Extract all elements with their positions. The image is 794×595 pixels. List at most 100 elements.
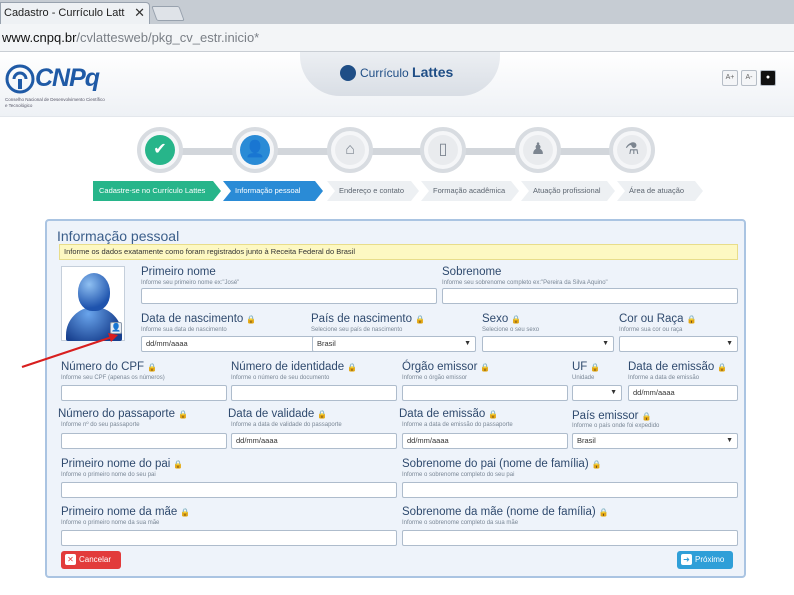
font-decrease-button[interactable]: A- [741, 70, 757, 86]
lock-icon: 🔒 [317, 410, 328, 419]
race-label-text: Cor ou Raça [619, 313, 684, 325]
lock-icon: 🔒 [180, 508, 191, 517]
breadcrumb: Cadastre-se no Currículo Lattes Informaçã… [93, 181, 703, 201]
profile-photo[interactable]: 👤 [61, 266, 125, 341]
browser-tab[interactable]: Cadastro - Currículo Latt ✕ [0, 2, 150, 24]
race-select[interactable]: ▼ [619, 336, 738, 352]
lock-icon: 🔒 [488, 410, 499, 419]
issuing-country-value: Brasil [577, 436, 596, 445]
chevron-down-icon: ▼ [610, 389, 617, 396]
book-icon: ▯ [438, 141, 448, 158]
lock-icon: 🔒 [641, 412, 652, 421]
url-domain: www.cnpq.br [2, 30, 77, 45]
birth-date-label: Data de nascimento 🔒 [141, 313, 256, 325]
cpf-hint: Informe seu CPF (apenas os números) [61, 375, 165, 381]
passport-hint: Informe nº do seu passaporte [61, 422, 140, 428]
father-first-field[interactable] [61, 482, 397, 498]
new-tab-button[interactable] [151, 6, 185, 21]
lock-icon: 🔒 [598, 508, 609, 517]
breadcrumb-label: Atuação profissional [533, 186, 601, 195]
mother-last-field[interactable] [402, 530, 738, 546]
lock-icon: 🔒 [173, 460, 184, 469]
cancel-button[interactable]: ✕ Cancelar [61, 551, 121, 569]
passport-field[interactable] [61, 433, 227, 449]
first-name-label: Primeiro nome [141, 266, 216, 278]
cancel-label: Cancelar [79, 555, 112, 564]
address-bar[interactable]: www.cnpq.br/cvlattesweb/pkg_cv_estr.inic… [0, 24, 794, 52]
father-first-label: Primeiro nome do pai 🔒 [61, 458, 183, 470]
breadcrumb-step-1[interactable]: Cadastre-se no Currículo Lattes [93, 181, 221, 201]
issuing-country-select[interactable]: Brasil ▼ [572, 433, 738, 449]
mother-first-label: Primeiro nome da mãe 🔒 [61, 506, 190, 518]
passport-issue-date-field[interactable]: dd/mm/aaaa [402, 433, 568, 449]
issue-date-label: Data de emissão 🔒 [628, 361, 727, 373]
logo-text: CNPq [35, 64, 100, 92]
lock-icon: 🔒 [246, 315, 257, 324]
step-1[interactable]: ✔ [137, 127, 183, 173]
passport-issue-date-label: Data de emissão 🔒 [399, 408, 498, 420]
validity-hint: Informe a data de validade do passaporte [231, 422, 342, 428]
race-hint: Informe sua cor ou raça [619, 327, 683, 333]
step-4[interactable]: ▯ [420, 127, 466, 173]
cpf-field[interactable] [61, 385, 227, 401]
close-icon[interactable]: ✕ [134, 3, 145, 23]
professional-icon: ♟ [530, 141, 546, 158]
step-2[interactable]: 👤 [232, 127, 278, 173]
breadcrumb-step-3[interactable]: Endereço e contato [327, 181, 419, 201]
chevron-down-icon: ▼ [602, 340, 609, 347]
mother-last-label-text: Sobrenome da mãe (nome de família) [402, 506, 596, 518]
step-4-badge: ▯ [428, 135, 458, 165]
breadcrumb-label: Informação pessoal [235, 186, 301, 195]
issue-date-hint: Informe a data de emissão [628, 375, 700, 381]
issuer-label: Órgão emissor 🔒 [402, 361, 490, 373]
lattes-logo-icon [340, 65, 356, 81]
birth-country-hint: Selecione seu país de nascimento [311, 327, 403, 333]
validity-field[interactable]: dd/mm/aaaa [231, 433, 397, 449]
annotation-arrow [21, 333, 118, 369]
contrast-button[interactable]: ● [760, 70, 776, 86]
mother-first-hint: Informe o primeiro nome da sua mãe [61, 520, 160, 526]
breadcrumb-step-4[interactable]: Formação acadêmica [421, 181, 519, 201]
cnpq-logo-icon [5, 64, 35, 94]
sex-select[interactable]: ▼ [482, 336, 614, 352]
mother-first-field[interactable] [61, 530, 397, 546]
lock-icon: 🔒 [717, 363, 728, 372]
issuing-country-label: País emissor 🔒 [572, 410, 651, 422]
last-name-field[interactable] [442, 288, 738, 304]
breadcrumb-label: Cadastre-se no Currículo Lattes [99, 186, 206, 195]
lattes-prefix: Currículo [360, 66, 409, 80]
step-5[interactable]: ♟ [515, 127, 561, 173]
passport-issue-date-hint: Informe a data de emissão do passaporte [402, 422, 513, 428]
id-number-field[interactable] [231, 385, 397, 401]
breadcrumb-step-5[interactable]: Atuação profissional [521, 181, 615, 201]
lock-icon: 🔒 [590, 363, 601, 372]
browser-tab-bar: Cadastro - Currículo Latt ✕ [0, 0, 794, 24]
breadcrumb-step-2[interactable]: Informação pessoal [223, 181, 323, 201]
birth-date-field[interactable]: dd/mm/aaaa [141, 336, 337, 352]
father-first-hint: Informe o primeiro nome do seu pai [61, 472, 156, 478]
father-last-field[interactable] [402, 482, 738, 498]
first-name-hint: Informe seu primeiro nome ex:"José" [141, 280, 240, 286]
step-5-badge: ♟ [523, 135, 553, 165]
uf-select[interactable]: ▼ [572, 385, 622, 401]
font-increase-button[interactable]: A+ [722, 70, 738, 86]
birth-country-select[interactable]: Brasil ▼ [312, 336, 476, 352]
mother-last-label: Sobrenome da mãe (nome de família) 🔒 [402, 506, 609, 518]
id-number-label: Número de identidade 🔒 [231, 361, 357, 373]
cnpq-logo[interactable]: CNPq Conselho Nacional de Desenvolviment… [5, 62, 115, 112]
step-6[interactable]: ⚗ [609, 127, 655, 173]
next-button[interactable]: ➜ Próximo [677, 551, 733, 569]
first-name-field[interactable] [141, 288, 437, 304]
lock-icon: 🔒 [511, 315, 522, 324]
page-title: Informação pessoal [57, 228, 180, 244]
checklist-icon: ✔ [153, 141, 167, 158]
issuer-field[interactable] [402, 385, 568, 401]
id-number-label-text: Número de identidade [231, 361, 345, 373]
step-3[interactable]: ⌂ [327, 127, 373, 173]
lock-icon: 🔒 [591, 460, 602, 469]
passport-label-text: Número do passaporte [58, 408, 175, 420]
issue-date-field[interactable]: dd/mm/aaaa [628, 385, 738, 401]
issuer-label-text: Órgão emissor [402, 361, 478, 373]
breadcrumb-step-6[interactable]: Área de atuação [617, 181, 703, 201]
house-icon: ⌂ [345, 141, 355, 158]
